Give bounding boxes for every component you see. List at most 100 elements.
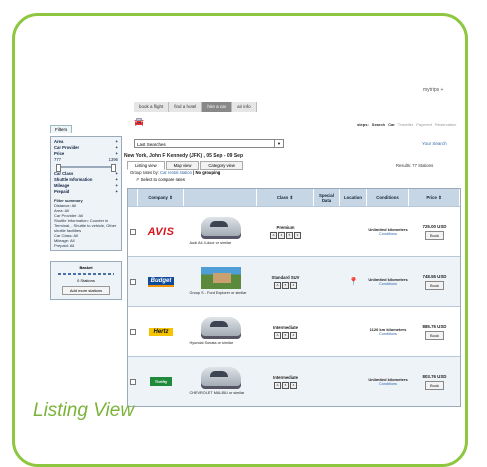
slider-min-handle[interactable] [56, 164, 61, 172]
tab-map-view[interactable]: Map view [165, 161, 200, 170]
car-image[interactable] [200, 317, 241, 340]
filter-prepaid[interactable]: Prepaid + [54, 189, 118, 195]
compare-checkbox[interactable] [130, 278, 136, 285]
your-search-link[interactable]: Your Search [422, 141, 447, 146]
header-select [128, 189, 138, 206]
add-more-stations-button[interactable]: Add more stations [62, 286, 110, 295]
location-cell [340, 207, 367, 256]
car-image[interactable] [200, 217, 241, 240]
slider-max-handle[interactable] [111, 164, 116, 172]
header-location[interactable]: Location [340, 189, 367, 206]
feature-icon: 4 [290, 331, 297, 339]
conditions-link[interactable]: Conditions [379, 332, 397, 336]
group-by-station-link[interactable]: Car rental station [160, 170, 192, 175]
basket-title: Basket [79, 265, 93, 270]
header-special-data[interactable]: Special Data [314, 189, 340, 206]
special-data-cell [314, 357, 340, 406]
tab-find-hotel[interactable]: find a hotel [169, 102, 203, 112]
price-cell: 885.75 USD Book [409, 307, 460, 356]
car-name: Audi A4 4-door or similar [189, 241, 232, 246]
last-searches-value: Last Searches [137, 142, 166, 147]
step-reservation: Reservation [435, 122, 457, 127]
special-data-cell [314, 207, 340, 256]
special-data-cell [314, 257, 340, 306]
table-header: Company ⇕ Class ⇕ Special Data Location … [128, 189, 460, 206]
group-rates-rest[interactable]: | No grouping [193, 170, 220, 175]
tab-book-flight[interactable]: book a flight [134, 102, 170, 112]
group-rates: Group rates by: Car rental station | No … [130, 170, 220, 175]
class-cell: Premium A 4 5 2 [257, 207, 314, 256]
company-cell: Budget [138, 257, 184, 306]
price-max: 1396 [108, 157, 118, 162]
feature-icon: 5 [282, 331, 289, 339]
route-title: New York, John F Kennedy (JFK) , 05 Sep … [124, 153, 244, 159]
expand-icon[interactable]: + [116, 189, 118, 195]
budget-logo: Budget [147, 276, 175, 287]
location-cell: 📍 [340, 257, 367, 306]
book-button[interactable]: Book [424, 280, 445, 290]
basket-panel: Basket 0 Stations Add more stations [50, 261, 122, 300]
map-pin-icon[interactable]: 📍 [349, 277, 359, 286]
car-image[interactable] [200, 367, 241, 390]
company-cell: Thrifty [138, 357, 184, 406]
booking-steps: steps: Search Car Traveller Payment Rese… [357, 122, 456, 127]
car-image[interactable] [200, 267, 241, 290]
feature-icon: 4 [278, 231, 285, 239]
feature-icon: 4 [290, 281, 297, 289]
avis-logo: AVIS [147, 225, 175, 238]
book-button[interactable]: Book [424, 380, 445, 390]
feature-icon: 5 [282, 381, 289, 389]
caption: Listing View [33, 400, 135, 421]
feature-icon: 5 [282, 281, 289, 289]
header-class[interactable]: Class ⇕ [257, 189, 314, 206]
price-min: 777 [54, 157, 61, 162]
price: 725.00 USD [422, 223, 447, 229]
chevron-down-icon[interactable]: ▼ [274, 140, 283, 147]
header-company[interactable]: Company ⇕ [138, 189, 184, 206]
summary-line: Prepaid: All [54, 243, 75, 248]
feature-icon: A [270, 231, 277, 239]
car-class: Premium [276, 224, 295, 230]
step-traveller: Traveller [397, 122, 414, 127]
header-conditions[interactable]: Conditions [367, 189, 409, 206]
price-range-labels: 777 1396 [54, 157, 118, 163]
book-button[interactable]: Book [424, 230, 445, 240]
tab-hire-car[interactable]: hire a car [202, 102, 233, 112]
class-cell: Intermediate A 5 4 [257, 357, 314, 406]
thrifty-logo: Thrifty [149, 377, 173, 386]
tab-category-view[interactable]: Category view [200, 161, 243, 170]
select-compare-label: Select to compare rates [140, 177, 185, 182]
compare-checkbox[interactable] [130, 228, 136, 235]
conditions-cell: 1126 km kilometers Conditions [367, 307, 409, 356]
feature-icon: 5 [286, 231, 293, 239]
car-cell: Hyundai Sonata or similar [184, 307, 257, 356]
last-searches-select[interactable]: Last Searches ▼ [134, 139, 284, 148]
car-class: Intermediate [273, 324, 298, 330]
filter-summary: Filter summary Distance: All Area: All C… [54, 198, 118, 248]
conditions-link[interactable]: Conditions [379, 282, 397, 286]
price: 748.55 USD [422, 273, 447, 279]
compare-checkbox[interactable] [130, 378, 136, 385]
tab-listing-view[interactable]: Listing view [127, 161, 165, 170]
car-class: Intermediate [273, 374, 298, 380]
class-cell: Intermediate A 5 4 [257, 307, 314, 356]
feature-icon: A [274, 331, 281, 339]
company-cell: Hertz [138, 307, 184, 356]
header-price[interactable]: Price ⇕ [409, 189, 460, 206]
feature-icon: A [274, 381, 281, 389]
tab-air-info[interactable]: air info [232, 102, 257, 112]
filter-label: Prepaid [54, 189, 70, 194]
location-cell [340, 307, 367, 356]
book-button[interactable]: Book [424, 330, 445, 340]
basket-count: 0 Stations [77, 278, 95, 283]
conditions-link[interactable]: Conditions [379, 232, 397, 236]
class-cell: Standard SUV A 5 4 [257, 257, 314, 306]
summary-line: Shuttle Information: Counter in Terminal… [54, 218, 117, 233]
conditions-link[interactable]: Conditions [379, 382, 397, 386]
filters-tab[interactable]: Filters [50, 125, 73, 133]
price-slider[interactable] [56, 164, 116, 172]
select-compare[interactable]: ↱ Select to compare rates [136, 177, 185, 182]
compare-checkbox[interactable] [130, 328, 136, 335]
price-cell: 803.76 USD Book [409, 357, 460, 406]
mytrips-link[interactable]: mytrips + [423, 87, 443, 93]
